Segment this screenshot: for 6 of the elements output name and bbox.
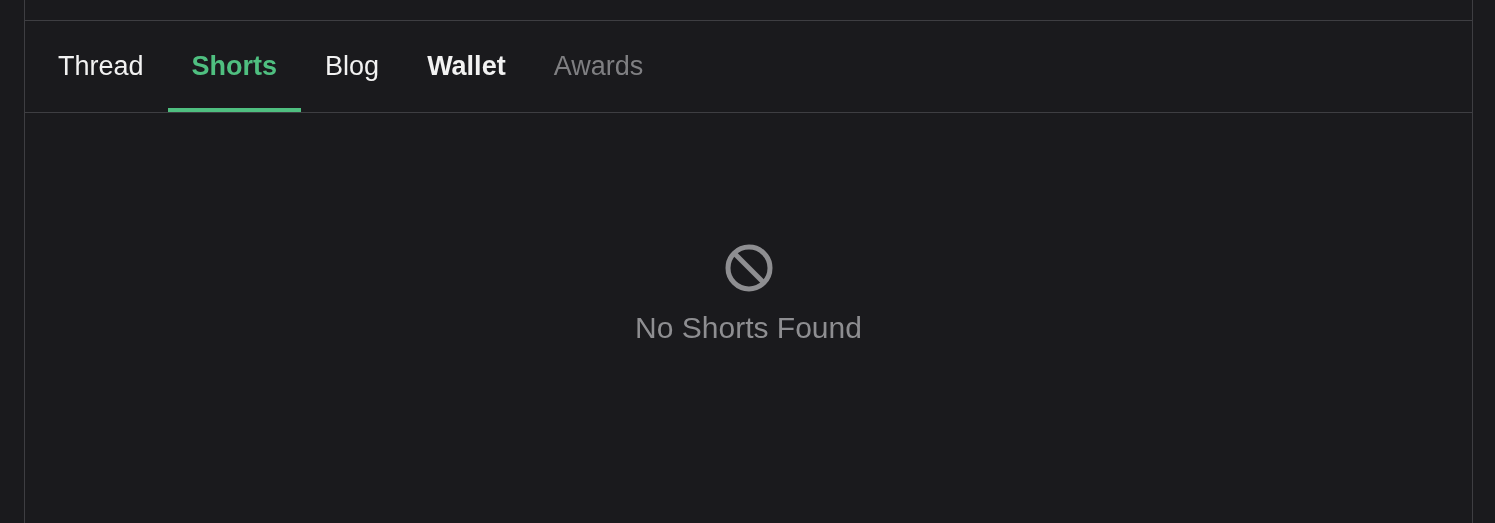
tab[interactable]: Blog <box>301 21 404 112</box>
tab[interactable]: Shorts <box>167 21 302 112</box>
empty-message: No Shorts Found <box>635 311 862 345</box>
prohibited-icon <box>723 243 774 293</box>
tab[interactable]: Wallet <box>403 21 530 112</box>
tab[interactable]: Thread <box>34 21 168 112</box>
